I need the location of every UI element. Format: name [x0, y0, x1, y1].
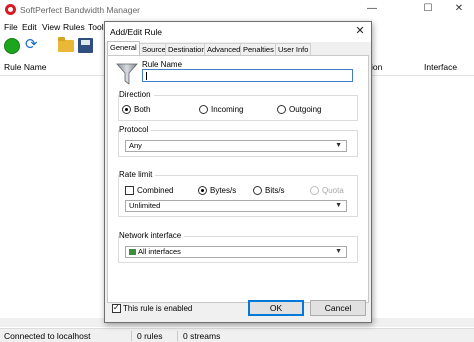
network-interface-select[interactable]: All interfaces ▼: [125, 246, 347, 258]
rule-enabled-checkbox[interactable]: [112, 303, 121, 313]
column-direction[interactable]: ion: [371, 62, 382, 72]
radio-incoming[interactable]: [199, 105, 208, 114]
menu-file[interactable]: File: [4, 22, 18, 32]
text-caret: [146, 72, 147, 80]
radio-incoming-label: Incoming: [211, 105, 244, 114]
column-interface[interactable]: Interface: [424, 62, 457, 72]
rule-enabled-label: This rule is enabled: [123, 304, 193, 313]
menu-edit[interactable]: Edit: [22, 22, 37, 32]
tab-general[interactable]: General: [107, 41, 140, 55]
ok-button[interactable]: OK: [248, 300, 304, 316]
close-icon[interactable]: ✕: [445, 0, 473, 20]
chevron-down-icon: ▼: [335, 142, 342, 149]
status-separator: [131, 331, 132, 341]
combined-label: Combined: [137, 186, 174, 195]
radio-quota[interactable]: [310, 186, 319, 195]
start-icon[interactable]: [4, 38, 20, 54]
minimize-icon[interactable]: —: [358, 0, 386, 20]
app-icon: [5, 4, 16, 15]
protocol-value: Any: [129, 141, 142, 150]
tab-destination[interactable]: Destination: [165, 43, 209, 55]
direction-group: Direction Both Incoming Outgoing: [118, 90, 358, 121]
general-tab-panel: Rule Name Direction Both Incoming Outgoi…: [107, 55, 369, 303]
add-edit-rule-dialog: Add/Edit Rule ✕ General Source Destinati…: [104, 21, 372, 323]
status-streams-count: 0 streams: [183, 331, 221, 341]
save-icon[interactable]: [78, 38, 93, 53]
dialog-title: Add/Edit Rule: [110, 27, 162, 37]
filter-icon: [116, 63, 138, 85]
network-interface-group-title: Network interface: [119, 231, 185, 240]
rate-limit-group-title: Rate limit: [119, 170, 156, 179]
radio-bits-label: Bits/s: [265, 186, 285, 195]
dialog-close-icon[interactable]: ✕: [353, 24, 367, 38]
dialog-titlebar: Add/Edit Rule ✕: [105, 22, 371, 42]
rate-limit-group: Rate limit Combined Bytes/s Bits/s Quota…: [118, 170, 358, 217]
rule-name-label: Rule Name: [142, 60, 183, 69]
maximize-icon[interactable]: ☐: [414, 0, 442, 20]
status-separator: [177, 331, 178, 341]
protocol-select[interactable]: Any ▼: [125, 140, 347, 152]
column-rule-name[interactable]: Rule Name: [4, 62, 47, 72]
rule-name-input[interactable]: [142, 69, 353, 82]
dialog-tabs: General Source Destination Advanced Pena…: [107, 41, 369, 55]
radio-quota-label: Quota: [322, 186, 344, 195]
status-bar: Connected to localhost 0 rules 0 streams: [0, 328, 474, 342]
main-window-title: SoftPerfect Bandwidth Manager: [20, 5, 141, 15]
chevron-down-icon: ▼: [335, 202, 342, 209]
tab-penalties[interactable]: Penalties: [240, 43, 277, 55]
radio-both[interactable]: [122, 105, 131, 114]
rate-limit-value: Unlimited: [129, 201, 161, 210]
chevron-down-icon: ▼: [335, 248, 342, 255]
tab-advanced[interactable]: Advanced: [204, 43, 244, 55]
main-titlebar: SoftPerfect Bandwidth Manager — ☐ ✕: [0, 0, 474, 20]
radio-bytes-label: Bytes/s: [210, 186, 237, 195]
direction-group-title: Direction: [119, 90, 154, 99]
radio-outgoing[interactable]: [277, 105, 286, 114]
menu-view[interactable]: View: [42, 22, 60, 32]
network-interface-group: Network interface All interfaces ▼: [118, 231, 358, 263]
radio-bits-per-sec[interactable]: [253, 186, 262, 195]
protocol-group-title: Protocol: [119, 125, 152, 134]
menu-rules[interactable]: Rules: [63, 22, 85, 32]
tab-user-info[interactable]: User Info: [275, 43, 312, 55]
refresh-icon[interactable]: ⟳: [25, 37, 45, 54]
network-icon: [129, 249, 136, 255]
status-rules-count: 0 rules: [137, 331, 163, 341]
cancel-button[interactable]: Cancel: [310, 300, 366, 316]
status-connection: Connected to localhost: [4, 331, 91, 341]
network-interface-value: All interfaces: [138, 247, 181, 256]
open-folder-icon[interactable]: [58, 37, 74, 52]
combined-checkbox[interactable]: [125, 186, 134, 195]
radio-both-label: Both: [134, 105, 151, 114]
rate-limit-select[interactable]: Unlimited ▼: [125, 200, 347, 212]
radio-outgoing-label: Outgoing: [289, 105, 322, 114]
protocol-group: Protocol Any ▼: [118, 125, 358, 157]
radio-bytes-per-sec[interactable]: [198, 186, 207, 195]
